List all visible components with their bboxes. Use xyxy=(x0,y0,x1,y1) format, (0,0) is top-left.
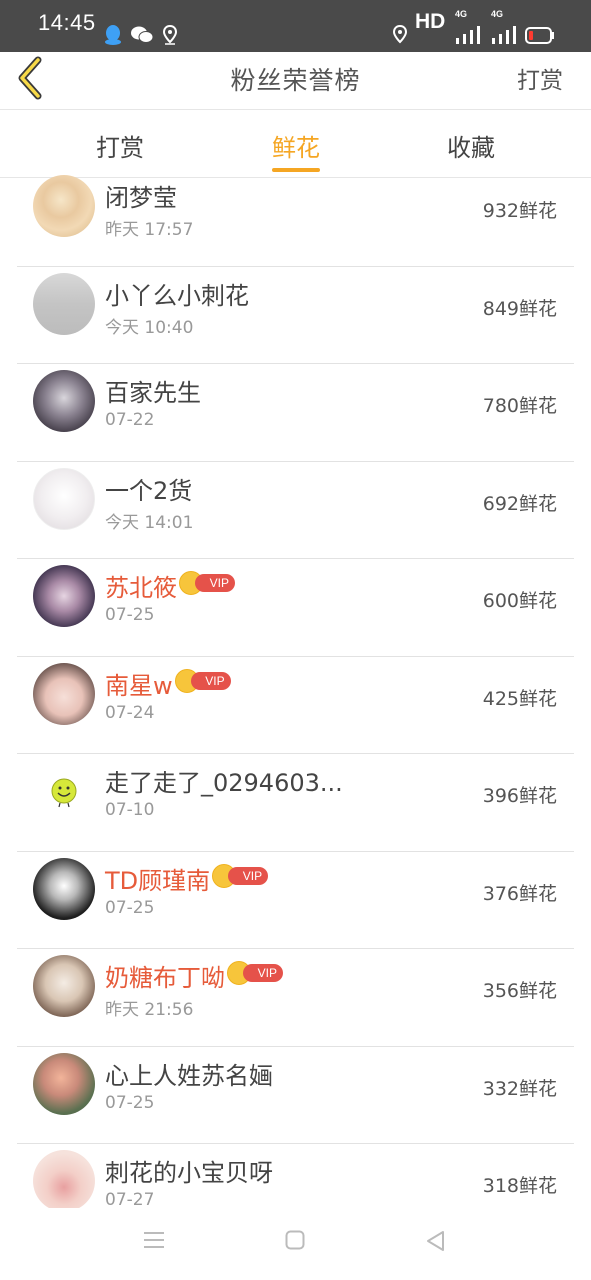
network-label: 4G xyxy=(491,9,504,19)
fan-date: 今天 10:40 xyxy=(105,317,194,338)
location-icon xyxy=(393,25,407,44)
fan-name: 南星w VIP xyxy=(105,666,231,701)
vip-label: VIP xyxy=(228,866,269,885)
battery-icon xyxy=(525,27,554,44)
flower-count: 849鲜花 xyxy=(482,297,557,320)
fan-name: TD顾瑾南 VIP xyxy=(105,861,269,896)
avatar xyxy=(33,1150,95,1212)
top-nav-bar: 粉丝荣誉榜 打赏 xyxy=(0,52,591,110)
avatar xyxy=(33,857,95,920)
avatar xyxy=(33,565,95,627)
qq-icon xyxy=(105,25,121,45)
fan-name: 苏北筱 VIP xyxy=(105,568,235,603)
vip-badge: VIP xyxy=(227,961,283,985)
status-time: 14:45 xyxy=(38,10,96,35)
location-icon xyxy=(163,25,177,45)
flower-count: 332鲜花 xyxy=(482,1077,557,1100)
home-button[interactable] xyxy=(285,1230,305,1250)
fan-date: 昨天 21:56 xyxy=(105,1000,194,1020)
avatar xyxy=(33,760,95,822)
flower-count: 356鲜花 xyxy=(482,980,557,1002)
vip-badge: VIP xyxy=(212,863,269,888)
vip-badge: VIP xyxy=(179,571,235,595)
list-item[interactable]: 闭梦莹 昨天 17:57 932鲜花 xyxy=(17,169,574,267)
flower-count: 780鲜花 xyxy=(482,395,557,417)
avatar xyxy=(33,662,95,725)
list-item[interactable]: 苏北筱 VIP 07-25 600鲜花 xyxy=(17,559,574,657)
flower-count: 425鲜花 xyxy=(482,687,557,710)
vip-label: VIP xyxy=(243,964,283,982)
reward-button[interactable]: 打赏 xyxy=(517,61,563,95)
avatar xyxy=(33,1052,95,1115)
fan-name: 闭梦莹 xyxy=(105,184,177,212)
fan-date: 07-25 xyxy=(105,1092,155,1113)
list-item[interactable]: 小丫么小刺花 今天 10:40 849鲜花 xyxy=(17,267,574,364)
tab-bar: 打赏 鲜花 收藏 xyxy=(0,111,591,178)
fan-name: 走了走了_0294603... xyxy=(105,769,343,797)
page-title: 粉丝荣誉榜 xyxy=(230,66,361,95)
fan-name: 奶糖布丁呦 VIP xyxy=(105,958,283,993)
list-item[interactable]: 百家先生 07-22 780鲜花 xyxy=(17,364,574,462)
fan-date: 07-24 xyxy=(105,702,155,723)
system-nav-bar xyxy=(0,1208,591,1280)
status-bar: 14:45 HD 4G 4G xyxy=(0,0,591,52)
flower-count: 318鲜花 xyxy=(482,1175,557,1197)
flower-count: 692鲜花 xyxy=(482,492,557,515)
fan-date: 昨天 17:57 xyxy=(105,220,194,240)
fan-name: 百家先生 xyxy=(105,379,201,407)
wechat-icon xyxy=(131,26,153,43)
tab-collect[interactable]: 收藏 xyxy=(411,128,531,163)
avatar xyxy=(33,370,95,432)
fan-name: 心上人姓苏名婳 xyxy=(105,1061,273,1090)
fan-date: 07-27 xyxy=(105,1190,155,1208)
vip-label: VIP xyxy=(190,671,231,690)
tab-flowers[interactable]: 鲜花 xyxy=(236,128,356,163)
fan-date: 07-25 xyxy=(105,897,155,918)
list-item[interactable]: TD顾瑾南 VIP 07-25 376鲜花 xyxy=(17,852,574,949)
list-item[interactable]: 一个2货 今天 14:01 692鲜花 xyxy=(17,462,574,559)
fan-date: 今天 14:01 xyxy=(105,512,194,533)
fan-name: 小丫么小刺花 xyxy=(105,281,249,310)
flower-count: 376鲜花 xyxy=(482,882,557,905)
flower-count: 932鲜花 xyxy=(482,200,557,222)
list-item[interactable]: 走了走了_0294603... 07-10 396鲜花 xyxy=(17,754,574,852)
vip-badge: VIP xyxy=(174,668,231,693)
avatar xyxy=(33,467,95,530)
signal-icon xyxy=(456,26,480,44)
list-item[interactable]: 心上人姓苏名婳 07-25 332鲜花 xyxy=(17,1047,574,1144)
list-item[interactable]: 南星w VIP 07-24 425鲜花 xyxy=(17,657,574,754)
fan-name: 刺花的小宝贝呀 xyxy=(105,1159,273,1187)
smiley-icon xyxy=(51,778,77,808)
avatar xyxy=(33,175,95,237)
fan-name: 一个2货 xyxy=(105,476,193,505)
avatar xyxy=(33,272,95,335)
hd-label: HD xyxy=(415,10,446,33)
back-nav-button[interactable] xyxy=(425,1230,445,1252)
vip-label: VIP xyxy=(195,574,235,592)
network-label: 4G xyxy=(455,9,468,19)
list-item[interactable]: 奶糖布丁呦 VIP 昨天 21:56 356鲜花 xyxy=(17,949,574,1047)
menu-button[interactable] xyxy=(143,1230,165,1250)
fan-date: 07-10 xyxy=(105,800,155,820)
signal-icon xyxy=(492,26,516,44)
fan-date: 07-22 xyxy=(105,410,155,430)
fan-date: 07-25 xyxy=(105,605,155,625)
tab-reward[interactable]: 打赏 xyxy=(60,128,180,163)
flower-count: 396鲜花 xyxy=(482,785,557,807)
flower-count: 600鲜花 xyxy=(482,590,557,612)
avatar xyxy=(33,955,95,1017)
